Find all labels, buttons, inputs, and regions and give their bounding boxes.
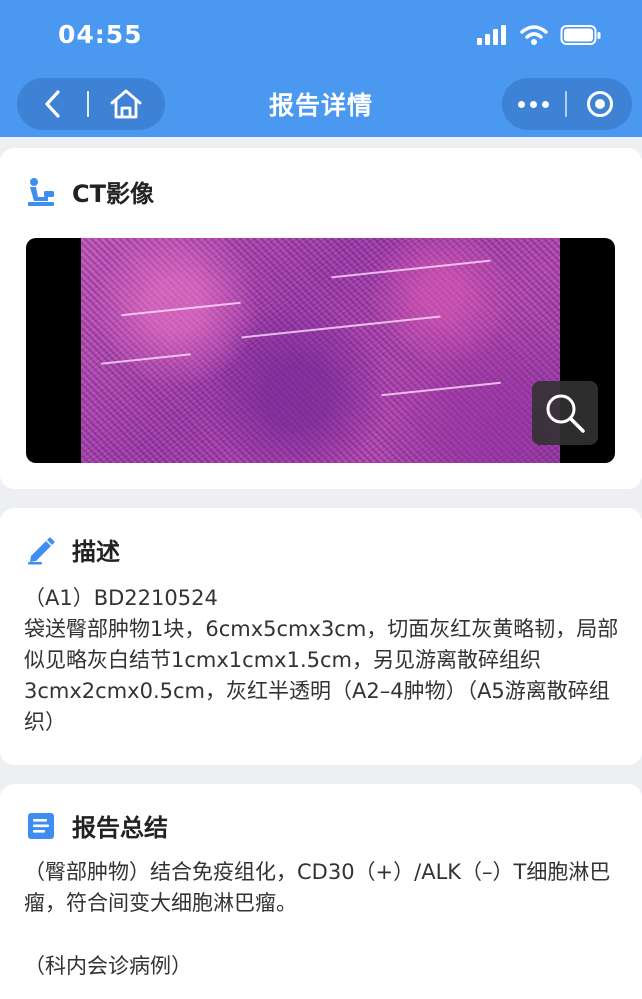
description-title: 描述 [72,538,120,566]
battery-icon [560,24,602,50]
signal-icon [476,24,508,50]
consult-note: （科内会诊病例） [24,954,192,978]
nav-capsule-right [502,78,632,130]
target-icon [586,91,613,117]
wifi-icon [520,24,548,50]
specimen-id: （A1）BD2210524 [24,586,218,610]
histology-image [81,238,560,463]
description-header: 描述 [26,532,120,567]
description-body: （A1）BD2210524 袋送臀部肿物1块，6cmx5cmx3cm，切面灰红灰… [24,583,624,738]
document-list-icon [28,812,54,839]
zoom-button[interactable] [532,381,598,445]
ct-image-viewer[interactable] [26,238,615,463]
header-bar: 04:55 报告详情 [0,0,642,137]
ct-image-header: CT影像 [26,174,154,209]
zoom-search-icon [546,394,585,433]
more-button[interactable] [502,78,565,130]
patient-scan-icon [28,177,54,206]
ct-image-title: CT影像 [72,180,154,208]
gross-description-text: 袋送臀部肿物1块，6cmx5cmx3cm，切面灰红灰黄略韧，局部似见略灰白结节1… [24,617,619,734]
summary-text: （臀部肿物）结合免疫组化，CD30（+）/ALK（–）T细胞淋巴瘤，符合间变大细… [24,860,611,915]
summary-header: 报告总结 [26,808,168,843]
more-dots-icon [518,100,525,108]
summary-card: 报告总结 （臀部肿物）结合免疫组化，CD30（+）/ALK（–）T细胞淋巴瘤，符… [0,784,642,999]
summary-title: 报告总结 [72,814,168,842]
status-icons [476,24,602,50]
close-miniprogram-button[interactable] [567,78,632,130]
status-time: 04:55 [58,20,143,49]
description-card: 描述 （A1）BD2210524 袋送臀部肿物1块，6cmx5cmx3cm，切面… [0,508,642,765]
pencil-icon [28,537,55,564]
ct-image-card: CT影像 [0,148,642,489]
